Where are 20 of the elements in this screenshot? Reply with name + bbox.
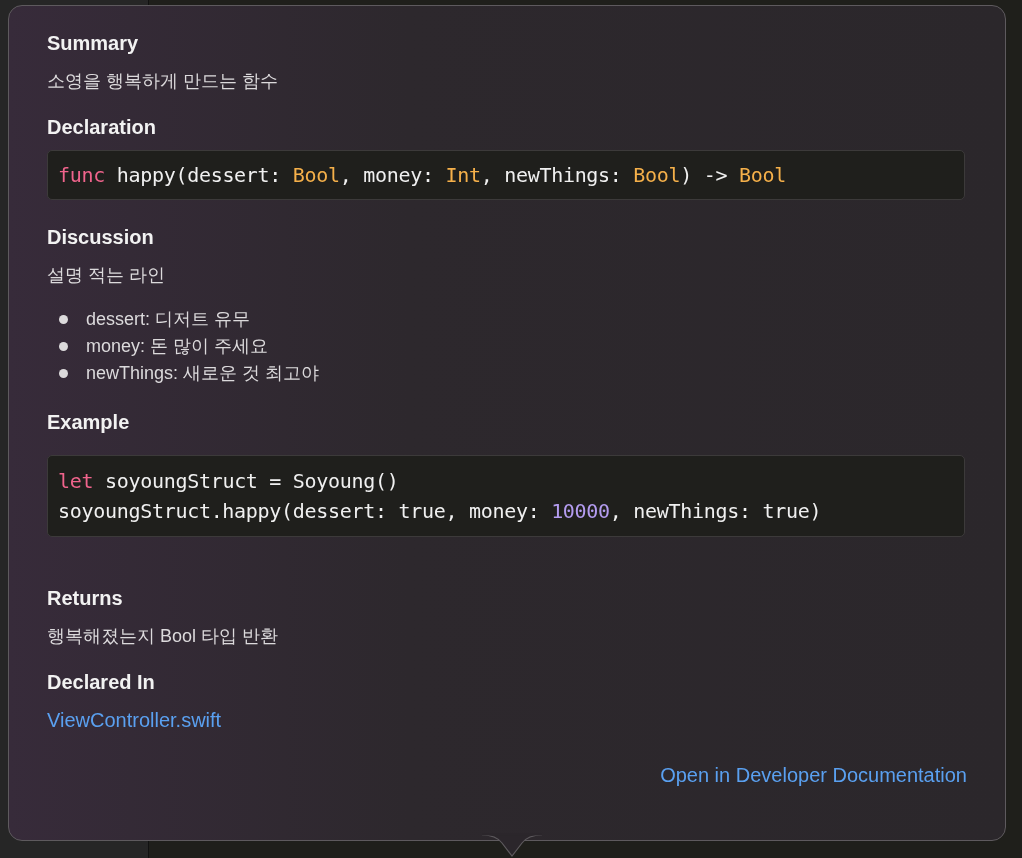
bullet-icon — [59, 342, 68, 351]
file-link[interactable]: ViewController.swift — [47, 709, 222, 731]
parameter-text: money: 돈 많이 주세요 — [86, 335, 269, 358]
bullet-icon — [59, 369, 68, 378]
discussion-text: 설명 적는 라인 — [47, 264, 166, 287]
code-line: func happy(dessert: Bool, money: Int, newThings: Bool) -> Bool — [58, 162, 787, 189]
section-heading: Summary — [47, 31, 140, 56]
section-heading: Discussion — [47, 225, 155, 250]
summary-text: 소영을 행복하게 만드는 함수 — [47, 70, 279, 93]
returns-text: 행복해졌는지 Bool 타입 반환 — [47, 625, 280, 648]
section-heading: Returns — [47, 586, 124, 611]
section-heading: Declared In — [47, 670, 156, 695]
section-heading: Declaration — [47, 115, 157, 140]
parameter-text: newThings: 새로운 것 최고야 — [86, 362, 320, 385]
code-line: let soyoungStruct = Soyoung() — [58, 468, 400, 495]
code-line: soyoungStruct.happy(dessert: true, money: 10000, newThings: true) — [58, 498, 823, 525]
parameter-text: dessert: 디저트 유무 — [86, 308, 251, 331]
section-heading: Example — [47, 410, 131, 435]
documentation-link[interactable]: Open in Developer Documentation — [660, 764, 967, 786]
bullet-icon — [59, 315, 68, 324]
